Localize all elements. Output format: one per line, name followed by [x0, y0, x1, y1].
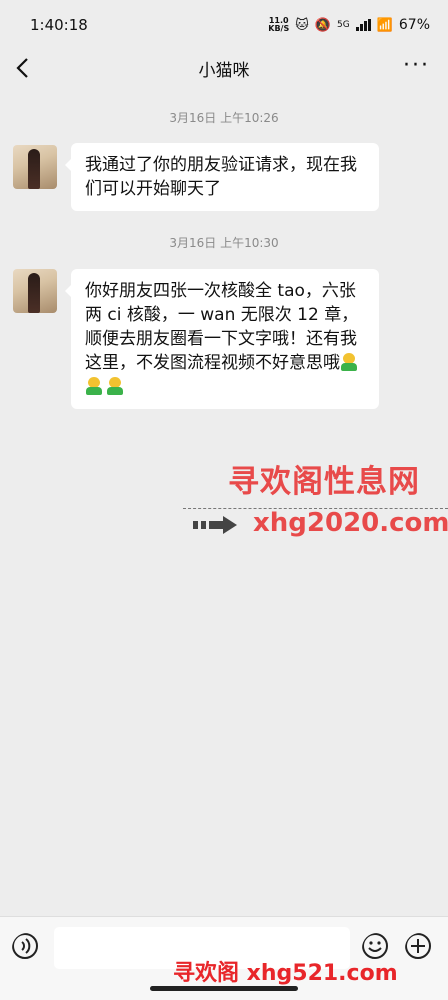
more-dots-icon[interactable]: ··· [403, 55, 430, 77]
message-bubble[interactable]: 你好朋友四张一次核酸全 tao，六张两 ci 核酸，一 wan 无限次 12 章… [65, 269, 379, 409]
voice-icon[interactable] [12, 933, 42, 963]
home-indicator[interactable] [150, 986, 298, 991]
contact-avatar[interactable] [13, 145, 57, 189]
bottom-watermark: 寻欢阁 xhg521.com [173, 961, 398, 986]
status-icons: 11.0 KB/S 🐱 🔕 5G 📶 67% [268, 16, 430, 34]
back-arrow-icon[interactable] [14, 54, 34, 82]
status-bar: 1:40:18 11.0 KB/S 🐱 🔕 5G 📶 67% [0, 0, 448, 50]
emoji-icon [106, 377, 124, 395]
status-time: 1:40:18 [30, 16, 88, 34]
emoji-icon [340, 353, 358, 371]
watermark-url-row: xhg2020.com [183, 506, 448, 546]
arrow-icon [193, 516, 237, 534]
plus-icon[interactable] [405, 933, 435, 963]
message-text: 我通过了你的朋友验证请求，现在我们可以开始聊天了 [85, 155, 357, 199]
battery-level: 67% [398, 17, 430, 33]
wifi-icon: 📶 [376, 17, 393, 33]
chat-title: 小猫咪 [198, 60, 250, 81]
message-timestamp: 3月16日 上午10:26 [169, 111, 279, 125]
chat-header: 小猫咪 ··· [0, 50, 448, 86]
message-bubble[interactable]: 我通过了你的朋友验证请求，现在我们可以开始聊天了 [65, 143, 379, 211]
signal-icon [355, 19, 371, 31]
watermark-title: 寻欢阁性息网 [228, 464, 420, 500]
emoji-icon [85, 377, 103, 395]
message-text: 你好朋友四张一次核酸全 tao，六张两 ci 核酸，一 wan 无限次 12 章… [85, 281, 359, 373]
contact-avatar[interactable] [13, 269, 57, 313]
watermark-url: xhg2020.com [253, 508, 448, 538]
mute-icon: 🔕 [314, 17, 331, 33]
message-timestamp: 3月16日 上午10:30 [169, 236, 279, 250]
cat-icon: 🐱 [295, 17, 309, 33]
net-speed: 11.0 KB/S [268, 16, 290, 33]
network-type: 5G [336, 20, 350, 30]
